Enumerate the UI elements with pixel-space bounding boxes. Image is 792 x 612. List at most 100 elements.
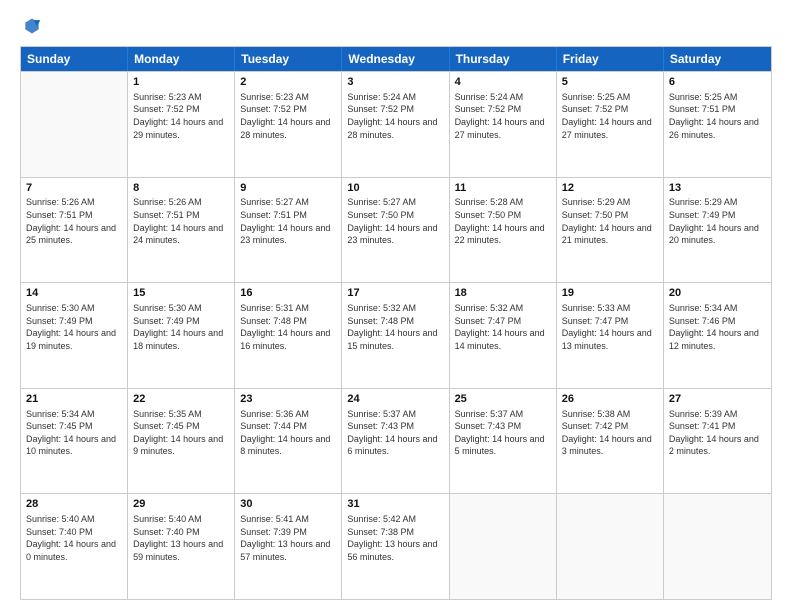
day-number: 27: [669, 392, 766, 407]
day-info: Sunrise: 5:30 AM Sunset: 7:49 PM Dayligh…: [26, 302, 122, 352]
day-header-monday: Monday: [128, 47, 235, 71]
day-number: 17: [347, 286, 443, 301]
logo-icon: [22, 16, 42, 36]
calendar-day-30: 30Sunrise: 5:41 AM Sunset: 7:39 PM Dayli…: [235, 494, 342, 599]
day-info: Sunrise: 5:23 AM Sunset: 7:52 PM Dayligh…: [240, 91, 336, 141]
calendar-day-21: 21Sunrise: 5:34 AM Sunset: 7:45 PM Dayli…: [21, 389, 128, 494]
calendar-day-23: 23Sunrise: 5:36 AM Sunset: 7:44 PM Dayli…: [235, 389, 342, 494]
day-info: Sunrise: 5:24 AM Sunset: 7:52 PM Dayligh…: [455, 91, 551, 141]
calendar-day-13: 13Sunrise: 5:29 AM Sunset: 7:49 PM Dayli…: [664, 178, 771, 283]
day-number: 31: [347, 497, 443, 512]
day-info: Sunrise: 5:33 AM Sunset: 7:47 PM Dayligh…: [562, 302, 658, 352]
day-info: Sunrise: 5:29 AM Sunset: 7:49 PM Dayligh…: [669, 196, 766, 246]
calendar-day-24: 24Sunrise: 5:37 AM Sunset: 7:43 PM Dayli…: [342, 389, 449, 494]
day-info: Sunrise: 5:39 AM Sunset: 7:41 PM Dayligh…: [669, 408, 766, 458]
day-number: 5: [562, 75, 658, 90]
day-info: Sunrise: 5:32 AM Sunset: 7:47 PM Dayligh…: [455, 302, 551, 352]
day-info: Sunrise: 5:29 AM Sunset: 7:50 PM Dayligh…: [562, 196, 658, 246]
calendar-day-14: 14Sunrise: 5:30 AM Sunset: 7:49 PM Dayli…: [21, 283, 128, 388]
calendar: SundayMondayTuesdayWednesdayThursdayFrid…: [20, 46, 772, 600]
day-number: 24: [347, 392, 443, 407]
calendar-day-12: 12Sunrise: 5:29 AM Sunset: 7:50 PM Dayli…: [557, 178, 664, 283]
calendar-empty-cell: [664, 494, 771, 599]
day-number: 30: [240, 497, 336, 512]
day-info: Sunrise: 5:34 AM Sunset: 7:46 PM Dayligh…: [669, 302, 766, 352]
day-number: 16: [240, 286, 336, 301]
day-number: 10: [347, 181, 443, 196]
calendar-week-4: 21Sunrise: 5:34 AM Sunset: 7:45 PM Dayli…: [21, 388, 771, 494]
calendar-empty-cell: [450, 494, 557, 599]
calendar-day-6: 6Sunrise: 5:25 AM Sunset: 7:51 PM Daylig…: [664, 72, 771, 177]
calendar-day-16: 16Sunrise: 5:31 AM Sunset: 7:48 PM Dayli…: [235, 283, 342, 388]
day-number: 8: [133, 181, 229, 196]
day-header-thursday: Thursday: [450, 47, 557, 71]
day-info: Sunrise: 5:42 AM Sunset: 7:38 PM Dayligh…: [347, 513, 443, 563]
calendar-body: 1Sunrise: 5:23 AM Sunset: 7:52 PM Daylig…: [21, 71, 771, 599]
day-info: Sunrise: 5:37 AM Sunset: 7:43 PM Dayligh…: [347, 408, 443, 458]
calendar-day-9: 9Sunrise: 5:27 AM Sunset: 7:51 PM Daylig…: [235, 178, 342, 283]
day-number: 3: [347, 75, 443, 90]
calendar-header: SundayMondayTuesdayWednesdayThursdayFrid…: [21, 47, 771, 71]
day-info: Sunrise: 5:34 AM Sunset: 7:45 PM Dayligh…: [26, 408, 122, 458]
calendar-day-31: 31Sunrise: 5:42 AM Sunset: 7:38 PM Dayli…: [342, 494, 449, 599]
calendar-day-15: 15Sunrise: 5:30 AM Sunset: 7:49 PM Dayli…: [128, 283, 235, 388]
day-header-saturday: Saturday: [664, 47, 771, 71]
calendar-day-18: 18Sunrise: 5:32 AM Sunset: 7:47 PM Dayli…: [450, 283, 557, 388]
day-number: 9: [240, 181, 336, 196]
header: [20, 16, 772, 36]
day-header-tuesday: Tuesday: [235, 47, 342, 71]
calendar-week-3: 14Sunrise: 5:30 AM Sunset: 7:49 PM Dayli…: [21, 282, 771, 388]
calendar-day-11: 11Sunrise: 5:28 AM Sunset: 7:50 PM Dayli…: [450, 178, 557, 283]
day-number: 2: [240, 75, 336, 90]
day-number: 13: [669, 181, 766, 196]
day-info: Sunrise: 5:26 AM Sunset: 7:51 PM Dayligh…: [26, 196, 122, 246]
day-info: Sunrise: 5:24 AM Sunset: 7:52 PM Dayligh…: [347, 91, 443, 141]
calendar-day-22: 22Sunrise: 5:35 AM Sunset: 7:45 PM Dayli…: [128, 389, 235, 494]
calendar-day-10: 10Sunrise: 5:27 AM Sunset: 7:50 PM Dayli…: [342, 178, 449, 283]
day-info: Sunrise: 5:35 AM Sunset: 7:45 PM Dayligh…: [133, 408, 229, 458]
calendar-week-2: 7Sunrise: 5:26 AM Sunset: 7:51 PM Daylig…: [21, 177, 771, 283]
calendar-day-19: 19Sunrise: 5:33 AM Sunset: 7:47 PM Dayli…: [557, 283, 664, 388]
day-number: 29: [133, 497, 229, 512]
day-number: 12: [562, 181, 658, 196]
day-number: 18: [455, 286, 551, 301]
calendar-day-20: 20Sunrise: 5:34 AM Sunset: 7:46 PM Dayli…: [664, 283, 771, 388]
day-header-wednesday: Wednesday: [342, 47, 449, 71]
day-info: Sunrise: 5:41 AM Sunset: 7:39 PM Dayligh…: [240, 513, 336, 563]
day-number: 25: [455, 392, 551, 407]
day-info: Sunrise: 5:25 AM Sunset: 7:51 PM Dayligh…: [669, 91, 766, 141]
day-info: Sunrise: 5:27 AM Sunset: 7:51 PM Dayligh…: [240, 196, 336, 246]
day-number: 22: [133, 392, 229, 407]
day-info: Sunrise: 5:40 AM Sunset: 7:40 PM Dayligh…: [133, 513, 229, 563]
day-info: Sunrise: 5:31 AM Sunset: 7:48 PM Dayligh…: [240, 302, 336, 352]
calendar-week-5: 28Sunrise: 5:40 AM Sunset: 7:40 PM Dayli…: [21, 493, 771, 599]
day-info: Sunrise: 5:26 AM Sunset: 7:51 PM Dayligh…: [133, 196, 229, 246]
day-info: Sunrise: 5:32 AM Sunset: 7:48 PM Dayligh…: [347, 302, 443, 352]
day-info: Sunrise: 5:27 AM Sunset: 7:50 PM Dayligh…: [347, 196, 443, 246]
day-info: Sunrise: 5:28 AM Sunset: 7:50 PM Dayligh…: [455, 196, 551, 246]
day-info: Sunrise: 5:37 AM Sunset: 7:43 PM Dayligh…: [455, 408, 551, 458]
calendar-day-7: 7Sunrise: 5:26 AM Sunset: 7:51 PM Daylig…: [21, 178, 128, 283]
day-number: 20: [669, 286, 766, 301]
day-info: Sunrise: 5:38 AM Sunset: 7:42 PM Dayligh…: [562, 408, 658, 458]
calendar-day-26: 26Sunrise: 5:38 AM Sunset: 7:42 PM Dayli…: [557, 389, 664, 494]
day-info: Sunrise: 5:30 AM Sunset: 7:49 PM Dayligh…: [133, 302, 229, 352]
day-info: Sunrise: 5:25 AM Sunset: 7:52 PM Dayligh…: [562, 91, 658, 141]
calendar-day-1: 1Sunrise: 5:23 AM Sunset: 7:52 PM Daylig…: [128, 72, 235, 177]
day-number: 21: [26, 392, 122, 407]
calendar-day-17: 17Sunrise: 5:32 AM Sunset: 7:48 PM Dayli…: [342, 283, 449, 388]
day-number: 14: [26, 286, 122, 301]
calendar-day-29: 29Sunrise: 5:40 AM Sunset: 7:40 PM Dayli…: [128, 494, 235, 599]
day-number: 1: [133, 75, 229, 90]
calendar-week-1: 1Sunrise: 5:23 AM Sunset: 7:52 PM Daylig…: [21, 71, 771, 177]
day-header-friday: Friday: [557, 47, 664, 71]
day-number: 7: [26, 181, 122, 196]
day-number: 23: [240, 392, 336, 407]
calendar-day-2: 2Sunrise: 5:23 AM Sunset: 7:52 PM Daylig…: [235, 72, 342, 177]
day-info: Sunrise: 5:36 AM Sunset: 7:44 PM Dayligh…: [240, 408, 336, 458]
day-info: Sunrise: 5:23 AM Sunset: 7:52 PM Dayligh…: [133, 91, 229, 141]
calendar-day-28: 28Sunrise: 5:40 AM Sunset: 7:40 PM Dayli…: [21, 494, 128, 599]
page: SundayMondayTuesdayWednesdayThursdayFrid…: [0, 0, 792, 612]
day-number: 15: [133, 286, 229, 301]
day-number: 19: [562, 286, 658, 301]
